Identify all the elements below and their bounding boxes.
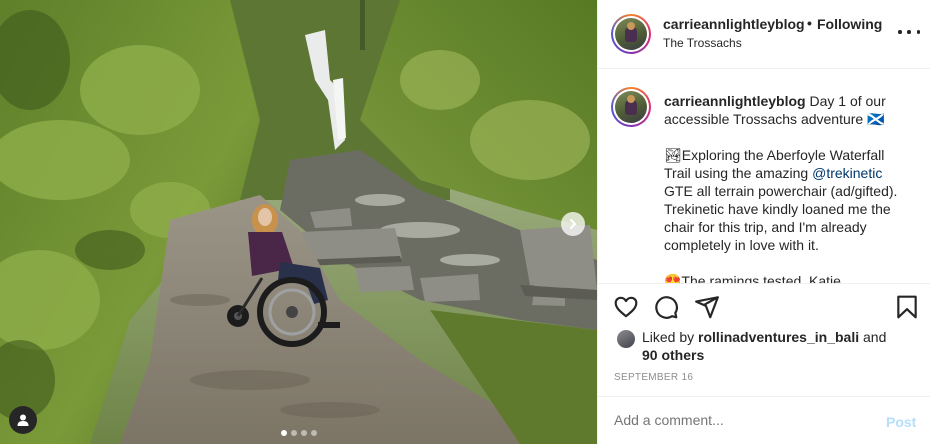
carousel-dot	[280, 430, 287, 436]
post-comment-button[interactable]: Post	[886, 414, 916, 430]
post-details-panel: carrieannlightleyblog • Following The Tr…	[597, 0, 930, 444]
post-header: carrieannlightleyblog • Following The Tr…	[598, 0, 930, 69]
caption-paragraph-3: 😍The ramings tested. Katie	[664, 273, 841, 284]
separator-dot: •	[807, 15, 812, 31]
likes-others-link[interactable]: 90 others	[642, 347, 704, 363]
author-username-link[interactable]: carrieannlightleyblog	[663, 16, 805, 32]
comment-bar: Post	[598, 396, 930, 444]
caption-username-link[interactable]: carrieannlightleyblog	[664, 93, 806, 109]
more-options-icon[interactable]	[898, 24, 920, 40]
liker-username-link[interactable]: rollinadventures_in_bali	[698, 329, 859, 345]
carousel-dot	[290, 430, 297, 436]
author-avatar[interactable]	[611, 14, 651, 54]
bookmark-icon[interactable]	[894, 294, 920, 320]
share-icon[interactable]	[694, 294, 720, 320]
caption-section: carrieannlightleyblog Day 1 of our acces…	[598, 69, 930, 284]
action-bar	[598, 292, 930, 324]
user-tag-icon	[17, 414, 29, 426]
post-date[interactable]: SEPTEMBER 16	[614, 372, 693, 383]
carousel-indicator	[0, 430, 597, 436]
likes-and-label: and	[859, 329, 887, 345]
post-photo[interactable]	[0, 0, 597, 444]
heart-icon[interactable]	[613, 294, 639, 320]
caption-paragraph-2-end: GTE all terrain powerchair (ad/gifted). …	[664, 183, 898, 253]
liked-by-label: Liked by	[642, 329, 699, 345]
carousel-dot	[310, 430, 317, 436]
liker-avatar[interactable]	[617, 330, 635, 348]
location-link[interactable]: The Trossachs	[663, 36, 742, 50]
following-button[interactable]: Following	[817, 16, 882, 32]
caption-author-avatar[interactable]	[611, 87, 651, 127]
carousel-next-button[interactable]	[561, 212, 585, 236]
caption-text: carrieannlightleyblog Day 1 of our acces…	[664, 92, 914, 284]
waterfall-trail-image	[0, 0, 597, 444]
mention-link[interactable]: @trekinetic	[812, 165, 882, 181]
carousel-dot	[300, 430, 307, 436]
comment-input[interactable]	[614, 412, 874, 428]
comment-icon[interactable]	[653, 294, 679, 320]
chevron-right-icon	[570, 219, 576, 229]
